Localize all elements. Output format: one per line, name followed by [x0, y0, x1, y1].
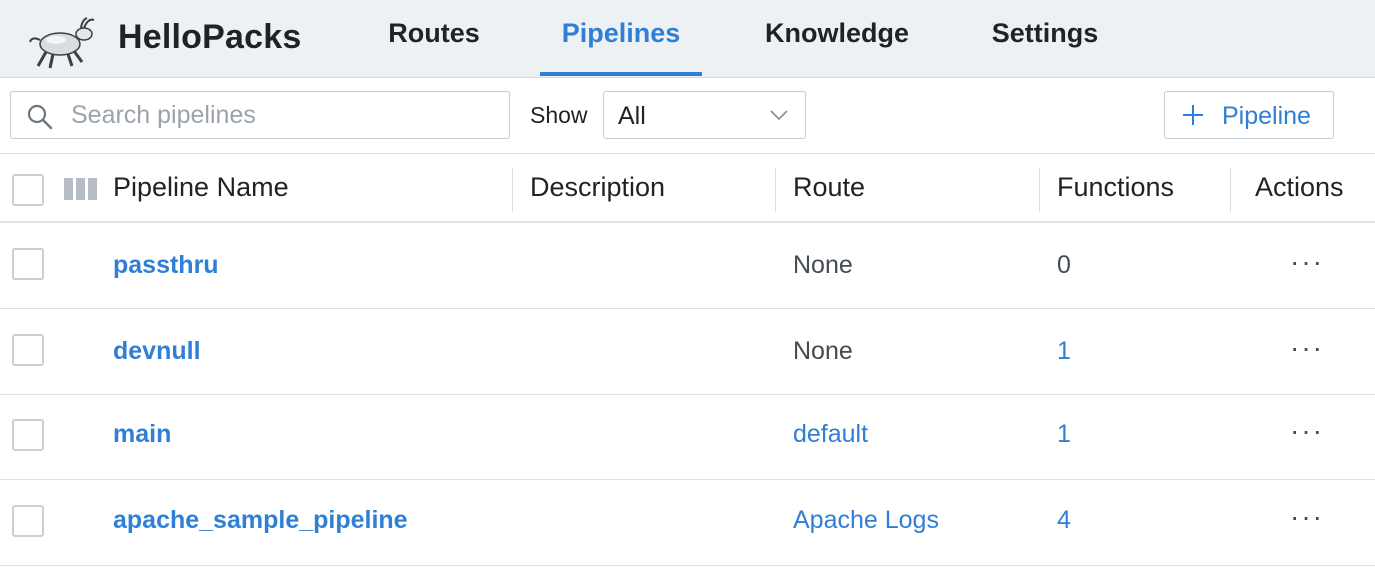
more-options-icon[interactable]: ···: [1290, 246, 1324, 278]
column-header-description[interactable]: Description: [530, 172, 665, 203]
more-options-icon[interactable]: ···: [1290, 415, 1324, 447]
table-row[interactable]: main default 1 ···: [0, 395, 1375, 480]
plus-icon: [1183, 105, 1203, 125]
chevron-down-icon: [770, 110, 788, 121]
functions-count-link[interactable]: 1: [1057, 420, 1071, 449]
search-box[interactable]: [10, 91, 510, 139]
functions-count-link[interactable]: 1: [1057, 337, 1071, 366]
route-cell: None: [793, 251, 853, 279]
search-input[interactable]: [71, 98, 491, 132]
column-header-functions[interactable]: Functions: [1057, 172, 1174, 203]
row-checkbox[interactable]: [12, 505, 44, 537]
row-checkbox[interactable]: [12, 334, 44, 366]
table-row[interactable]: devnull None 1 ···: [0, 310, 1375, 395]
row-checkbox[interactable]: [12, 248, 44, 280]
column-divider[interactable]: [1039, 168, 1040, 212]
pipeline-name-link[interactable]: devnull: [113, 337, 201, 366]
search-icon: [27, 104, 53, 130]
column-divider[interactable]: [512, 168, 513, 212]
active-tab-indicator: [540, 72, 702, 76]
pipeline-name-link[interactable]: apache_sample_pipeline: [113, 506, 408, 535]
show-filter-select[interactable]: All: [603, 91, 806, 139]
column-divider[interactable]: [775, 168, 776, 212]
columns-icon[interactable]: [64, 178, 98, 200]
functions-count: 0: [1057, 251, 1071, 279]
show-filter-label: Show: [530, 102, 588, 128]
column-divider[interactable]: [1230, 168, 1231, 212]
tab-settings[interactable]: Settings: [990, 18, 1100, 78]
table-row[interactable]: passthru None 0 ···: [0, 224, 1375, 309]
route-link[interactable]: Apache Logs: [793, 506, 939, 535]
column-header-route[interactable]: Route: [793, 172, 865, 203]
table-row[interactable]: apache_sample_pipeline Apache Logs 4 ···: [0, 481, 1375, 566]
add-pipeline-button[interactable]: Pipeline: [1164, 91, 1334, 139]
show-filter-value: All: [618, 102, 646, 130]
table-header: Pipeline Name Description Route Function…: [0, 153, 1375, 223]
more-options-icon[interactable]: ···: [1290, 332, 1324, 364]
tab-routes[interactable]: Routes: [387, 18, 481, 78]
goat-logo-icon[interactable]: [26, 14, 98, 70]
select-all-checkbox[interactable]: [12, 174, 44, 206]
route-cell: None: [793, 337, 853, 365]
add-pipeline-label: Pipeline: [1222, 102, 1311, 130]
column-header-actions: Actions: [1255, 172, 1344, 202]
column-header-pipeline-name[interactable]: Pipeline Name: [113, 172, 289, 203]
pipeline-name-link[interactable]: main: [113, 420, 171, 449]
route-link[interactable]: default: [793, 420, 868, 449]
app-name[interactable]: HelloPacks: [118, 18, 301, 57]
more-options-icon[interactable]: ···: [1290, 501, 1324, 533]
functions-count-link[interactable]: 4: [1057, 506, 1071, 535]
tab-knowledge[interactable]: Knowledge: [762, 18, 912, 78]
pipeline-name-link[interactable]: passthru: [113, 251, 219, 280]
tab-pipelines[interactable]: Pipelines: [540, 18, 702, 78]
top-nav-bar: HelloPacks Routes Pipelines Knowledge Se…: [0, 0, 1375, 78]
row-checkbox[interactable]: [12, 419, 44, 451]
